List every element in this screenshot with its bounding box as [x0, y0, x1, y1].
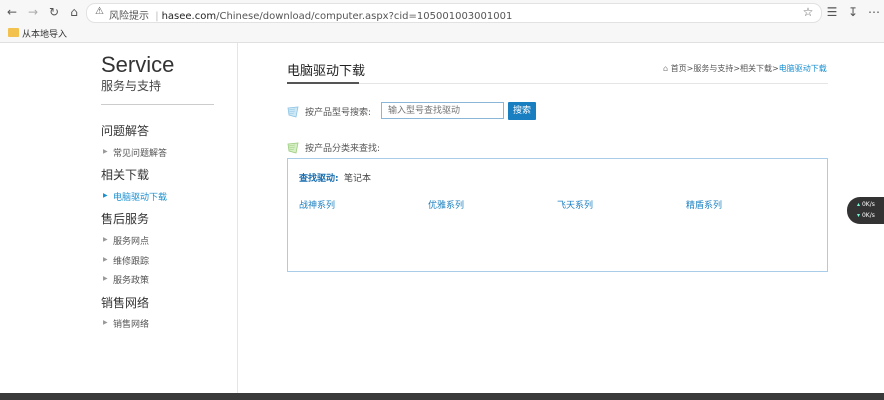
- download-icon[interactable]: ↧: [845, 4, 861, 20]
- star-icon[interactable]: ☆: [800, 4, 816, 20]
- series-link-youya[interactable]: 优雅系列: [428, 198, 464, 211]
- download-unit: K/s: [865, 212, 875, 219]
- upload-arrow-icon: ▴: [857, 201, 861, 208]
- sidebar-divider: [237, 43, 238, 393]
- breadcrumb-current: 电脑驱动下载: [778, 64, 827, 73]
- folder-icon: [8, 28, 19, 37]
- bottom-bar: [0, 393, 884, 400]
- triangle-bullet-icon: ▶: [103, 148, 108, 155]
- security-label: 风险提示: [109, 11, 149, 22]
- url-host: hasee.com: [161, 11, 217, 22]
- home-icon[interactable]: ⌂: [66, 4, 82, 20]
- bookmarks-bar: 从本地导入: [0, 24, 884, 43]
- category-label: 按产品分类来查找:: [305, 144, 381, 154]
- logo-subtitle: 服务与支持: [101, 79, 162, 93]
- triangle-bullet-icon: ▶: [103, 236, 108, 243]
- bookmark-import[interactable]: 从本地导入: [22, 27, 67, 40]
- series-link-zhanshen[interactable]: 战神系列: [299, 198, 335, 211]
- section-title-faq[interactable]: 问题解答: [101, 122, 149, 139]
- search-label: 按产品型号搜索:: [305, 108, 372, 118]
- triangle-bullet-icon: ▶: [103, 275, 108, 282]
- download-speed: ▾ 0K/s: [857, 212, 875, 219]
- forward-arrow-icon[interactable]: →: [25, 4, 41, 20]
- section-title-sales-network[interactable]: 销售网络: [101, 294, 149, 311]
- upload-speed: ▴ 0K/s: [857, 201, 875, 208]
- logo-divider: [101, 104, 214, 105]
- breadcrumb-sep: >: [772, 64, 779, 73]
- find-driver-value[interactable]: 笔记本: [344, 171, 371, 184]
- triangle-bullet-icon: ▶: [103, 256, 108, 263]
- home-icon: ⌂: [663, 64, 669, 73]
- search-button[interactable]: 搜索: [508, 102, 536, 120]
- breadcrumb-service[interactable]: 服务与支持: [693, 64, 733, 73]
- sidebar-item-service-points[interactable]: 服务网点: [113, 234, 149, 247]
- url-separator: |: [155, 11, 159, 22]
- logo-service: Service: [101, 52, 175, 77]
- download-arrow-icon: ▾: [857, 212, 861, 219]
- url-text: 风险提示 | hasee.com/Chinese/download/compute…: [109, 7, 512, 22]
- breadcrumb-home[interactable]: 首页: [671, 64, 687, 73]
- series-link-feitian[interactable]: 飞天系列: [557, 198, 593, 211]
- sidebar-item-driver-download[interactable]: 电脑驱动下载: [113, 190, 167, 203]
- triangle-bullet-icon: ▶: [103, 192, 108, 199]
- section-title-after-sales[interactable]: 售后服务: [101, 210, 149, 227]
- sidebar-item-faq[interactable]: 常见问题解答: [113, 146, 167, 159]
- series-link-jingdun[interactable]: 精盾系列: [686, 198, 722, 211]
- collections-icon[interactable]: ☰: [824, 4, 840, 20]
- title-divider: [287, 83, 828, 84]
- section-title-downloads[interactable]: 相关下载: [101, 166, 149, 183]
- back-arrow-icon[interactable]: ←: [4, 4, 20, 20]
- sidebar-item-service-policy[interactable]: 服务政策: [113, 273, 149, 286]
- network-speed-widget[interactable]: ▴ 0K/s ▾ 0K/s: [847, 197, 884, 224]
- more-icon[interactable]: ⋯: [866, 4, 882, 20]
- leaf-icon: [287, 142, 299, 154]
- sidebar-item-repair-tracking[interactable]: 维修跟踪: [113, 254, 149, 267]
- browser-toolbar: ← → ↻ ⌂ ⚠ 风险提示 | hasee.com/Chinese/downlo…: [0, 0, 884, 24]
- address-bar[interactable]: ⚠ 风险提示 | hasee.com/Chinese/download/compu…: [86, 3, 822, 23]
- upload-unit: K/s: [865, 201, 875, 208]
- breadcrumb: ⌂ 首页>服务与支持>相关下载>电脑驱动下载: [663, 63, 827, 74]
- title-underline: [287, 82, 359, 84]
- triangle-bullet-icon: ▶: [103, 319, 108, 326]
- warning-icon[interactable]: ⚠: [95, 6, 104, 17]
- breadcrumb-downloads[interactable]: 相关下载: [740, 64, 772, 73]
- reload-icon[interactable]: ↻: [46, 4, 62, 20]
- model-search-input[interactable]: [381, 102, 504, 119]
- url-path: /Chinese/download/computer.aspx?cid=1050…: [216, 11, 513, 22]
- sidebar-item-sales-network[interactable]: 销售网络: [113, 317, 149, 330]
- leaf-icon: [287, 106, 299, 118]
- page-title: 电脑驱动下载: [287, 64, 366, 79]
- find-driver-label: 查找驱动:: [299, 174, 339, 184]
